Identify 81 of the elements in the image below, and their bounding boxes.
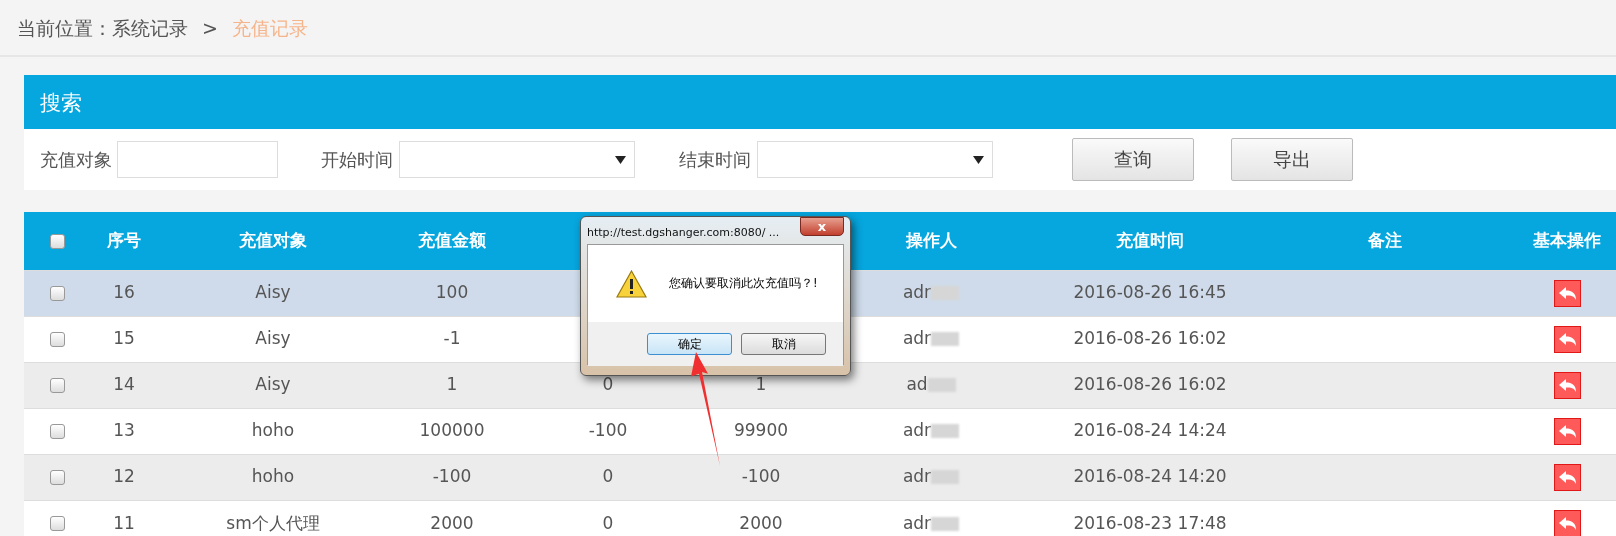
table-cell: 16 xyxy=(113,282,135,303)
table-cell: sm个人代理 xyxy=(226,512,320,533)
table-cell: adr xyxy=(902,282,932,303)
checkbox[interactable] xyxy=(49,377,65,393)
column-header: 充值对象 xyxy=(239,230,307,250)
table-cell: ad xyxy=(906,374,928,395)
table-cell: 2016-08-24 14:20 xyxy=(1073,466,1227,487)
search-button[interactable]: 查询 xyxy=(1072,138,1194,181)
breadcrumb-label: 当前位置： xyxy=(17,17,112,39)
undo-button[interactable] xyxy=(1553,417,1581,445)
select-field[interactable] xyxy=(757,141,993,178)
table-cell: 11 xyxy=(113,512,135,533)
table-cell: adr xyxy=(902,466,932,487)
checkbox[interactable] xyxy=(49,423,65,439)
dialog-button[interactable]: 确定 xyxy=(647,333,732,355)
table-cell: 2000 xyxy=(430,512,474,533)
breadcrumb-separator: > xyxy=(202,17,218,39)
table-cell: 0 xyxy=(602,466,614,487)
table-cell: -100 xyxy=(588,420,628,441)
column-header: 充值金额 xyxy=(418,230,486,250)
checkbox[interactable] xyxy=(49,516,65,531)
table-cell: adr xyxy=(902,328,932,349)
search-button[interactable]: 导出 xyxy=(1231,138,1353,181)
panel-title: 搜索 xyxy=(24,75,1616,129)
table-cell: Aisy xyxy=(255,328,291,349)
blur-mask xyxy=(931,332,960,347)
table-cell: 1 xyxy=(755,374,767,395)
table-cell: 2016-08-26 16:45 xyxy=(1073,282,1227,303)
table-cell: 100000 xyxy=(419,420,485,441)
table-cell: 14 xyxy=(113,374,135,395)
checkbox[interactable] xyxy=(49,469,65,485)
table-cell: 15 xyxy=(113,328,135,349)
table-cell: Aisy xyxy=(255,282,291,303)
table-cell: -100 xyxy=(741,466,781,487)
table-cell: 0 xyxy=(602,512,614,533)
blur-mask xyxy=(931,424,960,439)
blur-mask xyxy=(931,516,960,531)
warning-icon xyxy=(616,269,647,298)
checkbox[interactable] xyxy=(49,331,65,347)
table-cell: adr xyxy=(902,420,932,441)
field-label: 开始时间 xyxy=(321,148,393,172)
undo-button[interactable] xyxy=(1553,279,1581,307)
column-header: 充值时间 xyxy=(1116,230,1184,250)
table-cell: 12 xyxy=(113,466,135,487)
input-field[interactable] xyxy=(117,141,278,178)
dialog-message: 您确认要取消此次充值吗？! xyxy=(669,274,818,292)
select-field[interactable] xyxy=(399,141,635,178)
undo-button[interactable] xyxy=(1553,509,1581,536)
table-cell: 100 xyxy=(435,282,469,303)
column-header: 序号 xyxy=(107,230,141,250)
field-label: 结束时间 xyxy=(679,148,751,172)
column-header: 基本操作 xyxy=(1533,230,1601,250)
column-header: 备注 xyxy=(1368,230,1402,250)
table-cell: 2000 xyxy=(739,512,783,533)
table-cell: hoho xyxy=(251,466,295,487)
table-cell: adr xyxy=(902,512,932,533)
column-header: 操作人 xyxy=(905,230,957,250)
table-cell: 2016-08-26 16:02 xyxy=(1073,328,1227,349)
dialog-title: http://test.dgshanger.com:8080/ ... xyxy=(587,225,781,241)
table-cell: 99900 xyxy=(733,420,789,441)
field-label: 充值对象 xyxy=(40,148,112,172)
table-cell: 13 xyxy=(113,420,135,441)
undo-button[interactable] xyxy=(1553,463,1581,491)
checkbox[interactable] xyxy=(49,285,65,301)
checkbox[interactable] xyxy=(49,233,65,249)
breadcrumb-item[interactable]: 系统记录 xyxy=(112,17,188,39)
undo-button[interactable] xyxy=(1553,371,1581,399)
table-cell: 0 xyxy=(602,374,614,395)
table-cell: -1 xyxy=(443,328,461,349)
dropdown-icon xyxy=(615,155,626,164)
table-cell: 2016-08-26 16:02 xyxy=(1073,374,1227,395)
dialog-button[interactable]: 取消 xyxy=(741,333,826,355)
table-cell: -100 xyxy=(432,466,472,487)
undo-button[interactable] xyxy=(1553,325,1581,353)
dropdown-icon xyxy=(973,155,984,164)
table-cell: 2016-08-24 14:24 xyxy=(1073,420,1227,441)
table-cell: 1 xyxy=(446,374,458,395)
table-cell: 2016-08-23 17:48 xyxy=(1073,512,1227,533)
table-cell: Aisy xyxy=(255,374,291,395)
table-cell: hoho xyxy=(251,420,295,441)
close-button[interactable]: x xyxy=(800,217,844,236)
